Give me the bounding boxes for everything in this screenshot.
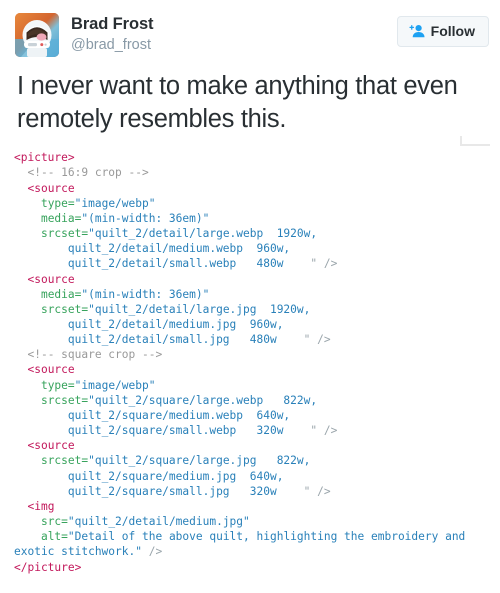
code-line: quilt_2/detail/small.webp 480w " /> [14,257,337,270]
code-line: media="(min-width: 36em)" [14,288,209,301]
code-line: <img [14,500,54,513]
code-token-tag: </picture> [14,560,82,574]
author-handle: @brad_frost [71,36,152,53]
code-token-attr: srcset= [40,393,89,407]
author-identity: Brad Frost @brad_frost [71,13,397,54]
code-token-attr: type= [40,378,75,392]
code-line: quilt_2/square/medium.jpg 640w, [14,469,284,483]
code-line: alt="Detail of the above quilt, highligh… [14,530,472,558]
code-token-value: "image/webp" [74,196,156,210]
code-line: <source [14,181,75,195]
code-line: srcset="quilt_2/detail/large.jpg 1920w, [14,303,310,316]
code-token-tag: <picture> [14,151,75,165]
code-line: src="quilt_2/detail/medium.jpg" [14,515,250,528]
code-token-attr: srcset= [40,454,89,468]
code-token-attr: src= [40,515,68,529]
code-line: <source [14,363,75,377]
code-token-attr: alt= [40,530,68,544]
code-token-value: "quilt_2/square/large.jpg 822w, [88,454,311,468]
code-token-tag: <source [27,439,75,453]
scroll-artifact [460,136,490,147]
code-line: media="(min-width: 36em)" [14,212,209,225]
code-token-tag: <source [27,272,75,286]
tweet-text: I never want to make anything that even … [17,72,458,134]
avatar[interactable] [15,13,59,57]
code-line: <!-- square crop --> [14,348,162,361]
code-token-value: "quilt_2/detail/large.webp 1920w, [88,227,318,241]
code-token-attr: media= [40,211,82,225]
code-token-value: "Detail of the above quilt, highlighting… [14,530,473,559]
code-block[interactable]: <picture> <!-- 16:9 crop --> <source typ… [14,150,492,574]
code-token-value: quilt_2/square/small.jpg 320w [67,484,277,498]
code-token-attr: srcset= [40,302,89,316]
code-line: type="image/webp" [14,378,156,392]
code-token-attr: media= [40,287,82,301]
code-token-comment: <!-- 16:9 crop --> [27,166,149,180]
code-token-attr: srcset= [40,227,89,241]
code-line: quilt_2/square/small.jpg 320w " /> [14,485,331,498]
code-token-punct: " /> [276,333,331,347]
code-token-punct: " /> [283,257,338,271]
code-token-punct: " /> [283,424,338,438]
code-token-value: quilt_2/detail/small.webp 480w [67,257,284,271]
code-token-tag: <source [27,363,75,377]
code-token-value: "image/webp" [74,378,156,392]
code-line: srcset="quilt_2/detail/large.webp 1920w, [14,227,317,240]
code-token-comment: <!-- square crop --> [27,348,163,362]
code-token-value: "(min-width: 36em)" [81,287,210,301]
code-line: srcset="quilt_2/square/large.webp 822w, [14,394,317,407]
tweet-card: Brad Frost @brad_frost Follow I never wa… [0,0,500,593]
code-token-tag: <source [27,181,75,195]
code-token-value: quilt_2/detail/medium.webp 960w, [67,242,291,256]
code-token-value: quilt_2/detail/small.jpg 480w [67,333,277,347]
person-add-icon [409,25,425,38]
code-line: quilt_2/square/small.webp 320w " /> [14,424,337,437]
code-line: <source [14,272,75,286]
code-line: quilt_2/detail/small.jpg 480w " /> [14,333,331,346]
astronaut-avatar-icon [15,13,59,57]
code-line: srcset="quilt_2/square/large.jpg 822w, [14,454,310,467]
follow-button[interactable]: Follow [396,16,489,47]
tweet-header: Brad Frost @brad_frost Follow [0,0,500,61]
author-display-name: Brad Frost [71,15,154,33]
code-token-punct: " /> [276,484,331,498]
code-line: </picture> [14,561,81,574]
code-line: quilt_2/detail/medium.jpg 960w, [14,318,284,331]
code-token-punct: /> [141,545,163,559]
code-line: quilt_2/square/medium.webp 640w, [14,409,290,422]
code-token-value: "quilt_2/detail/medium.jpg" [67,515,250,529]
code-token-value: quilt_2/square/small.webp 320w [67,424,284,438]
code-token-attr: type= [40,196,75,210]
code-line: <!-- 16:9 crop --> [14,166,149,180]
code-token-value: "(min-width: 36em)" [81,211,210,225]
follow-button-label: Follow [430,23,475,39]
code-token-value: "quilt_2/detail/large.jpg 1920w, [88,302,311,316]
code-line: <picture> [14,151,75,164]
code-line: quilt_2/detail/medium.webp 960w, [14,242,290,255]
code-token-value: quilt_2/square/medium.webp 640w, [67,408,291,422]
code-token-tag: <img [27,499,55,513]
code-block-container: <picture> <!-- 16:9 crop --> <source typ… [0,136,500,574]
code-line: type="image/webp" [14,196,156,210]
code-line: <source [14,439,75,453]
code-token-value: quilt_2/detail/medium.jpg 960w, [67,318,284,331]
code-token-value: "quilt_2/square/large.webp 822w, [88,393,318,407]
code-token-value: quilt_2/square/medium.jpg 640w, [67,469,284,483]
